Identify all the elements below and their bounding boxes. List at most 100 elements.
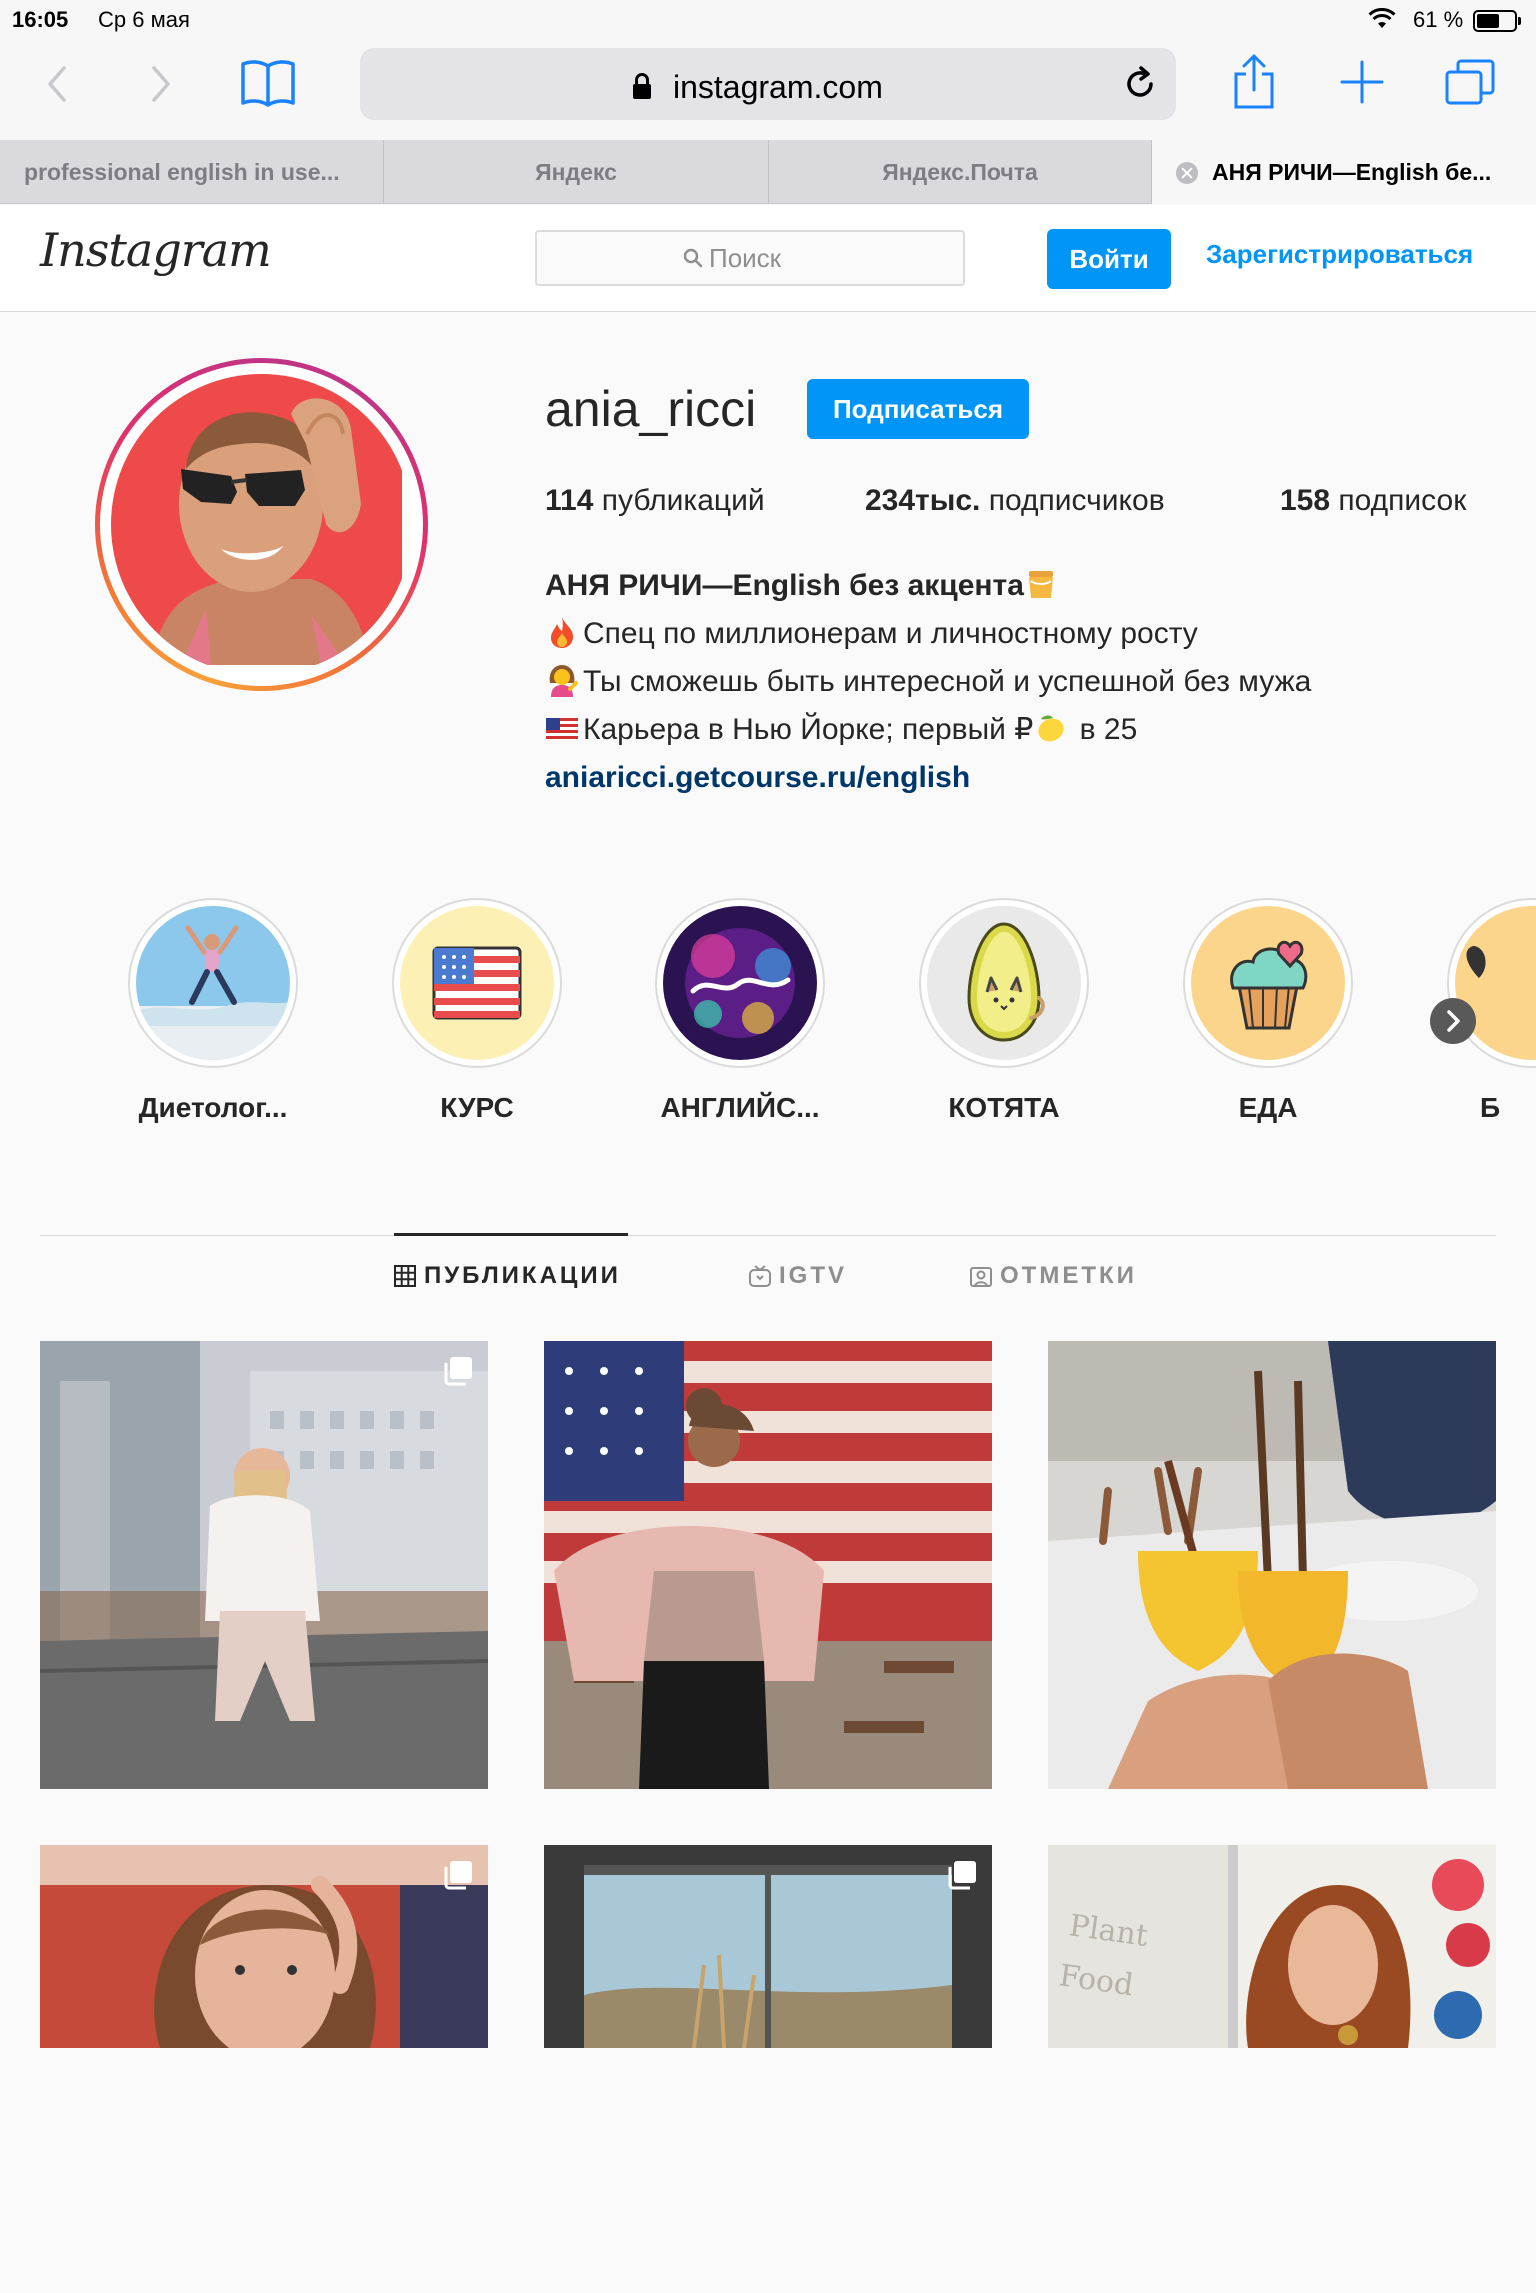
share-icon[interactable] (1232, 54, 1276, 115)
browser-tab-active[interactable]: АНЯ РИЧИ—English бе... (1152, 140, 1536, 204)
tabs-overview-icon[interactable] (1444, 58, 1496, 111)
instagram-logo[interactable]: Instagram (40, 223, 272, 277)
post-thumbnail[interactable] (40, 1845, 488, 2293)
bio-line: Спец по миллионерам и личностному росту (545, 610, 1311, 658)
multiple-images-icon (442, 1859, 474, 1896)
stat-following[interactable]: 158 подписок (1280, 484, 1466, 518)
profile-tabs-divider (40, 1235, 1496, 1236)
tagged-user-icon (970, 1267, 992, 1287)
highlight-label: КОТЯТА (948, 1092, 1060, 1123)
status-bar: 16:05 Ср 6 мая 61 % (0, 0, 1536, 40)
following-count: 158 (1280, 484, 1331, 517)
active-tab-indicator (394, 1233, 628, 1236)
browser-tab-title: professional english in use... (24, 159, 340, 185)
tab-close-icon[interactable] (1176, 162, 1198, 184)
avatar (111, 374, 412, 675)
highlight-item[interactable]: Диетолог... (128, 898, 298, 1124)
highlight-item[interactable]: КОТЯТА (919, 898, 1089, 1124)
tab-label: IGTV (779, 1262, 848, 1289)
highlight-label: ЕДА (1238, 1092, 1298, 1123)
follow-button[interactable]: Подписаться (807, 379, 1029, 439)
post-thumbnail[interactable] (544, 1341, 992, 1789)
bio-line: Ты сможешь быть интересной и успешной бе… (545, 658, 1311, 706)
highlight-label: КУРС (440, 1092, 514, 1123)
highlight-item[interactable]: АНГЛИЙС... (655, 898, 825, 1124)
browser-toolbar: instagram.com (0, 40, 1536, 140)
us-flag-icon (545, 711, 579, 745)
bio-line-3a: Карьера в Нью Йорке; первый ₽ (583, 713, 1034, 746)
stat-posts: 114 публикаций (545, 484, 765, 518)
back-icon[interactable] (44, 64, 68, 109)
search-input[interactable] (709, 242, 909, 274)
igtv-icon (749, 1265, 771, 1287)
status-date: Ср 6 мая (98, 7, 190, 32)
highlight-item[interactable]: КУРС (392, 898, 562, 1124)
status-time: 16:05 (12, 7, 69, 32)
browser-tab[interactable]: Яндекс (384, 140, 769, 204)
login-button[interactable]: Войти (1047, 229, 1171, 289)
highlight-label: Диетолог... (138, 1092, 288, 1123)
posts-count: 114 (545, 484, 594, 517)
battery-percent: 61 % (1413, 7, 1464, 32)
highlight-cover (136, 906, 290, 1060)
bio-line-1: Спец по миллионерам и личностному росту (583, 617, 1198, 650)
tab-label: ПУБЛИКАЦИИ (424, 1262, 621, 1289)
highlight-cover (400, 906, 554, 1060)
bio-line-2: Ты сможешь быть интересной и успешной бе… (583, 665, 1312, 698)
profile-username: ania_ricci (545, 381, 757, 437)
browser-tab[interactable]: professional english in use... (0, 140, 384, 204)
url-text: instagram.com (673, 69, 883, 105)
bookmarks-icon[interactable] (240, 58, 296, 113)
tab-posts[interactable]: ПУБЛИКАЦИИ (394, 1262, 621, 1290)
stat-followers[interactable]: 234тыс. подписчиков (865, 484, 1165, 518)
multiple-images-icon (442, 1355, 474, 1392)
lock-icon (632, 72, 652, 105)
search-box[interactable] (535, 230, 965, 286)
tab-tagged[interactable]: ОТМЕТКИ (970, 1262, 1137, 1290)
chevron-right-icon (1447, 1010, 1460, 1032)
browser-tab-title: АНЯ РИЧИ—English бе... (1212, 159, 1492, 185)
woman-tipping-hand-icon (545, 663, 579, 697)
profile-story-ring[interactable] (95, 358, 428, 691)
post-thumbnail[interactable]: Plant Food (1048, 1845, 1496, 2293)
highlight-item[interactable]: ЕДА (1183, 898, 1353, 1124)
highlights-next-button[interactable] (1430, 998, 1476, 1044)
browser-tab-strip: professional english in use... Яндекс Ян… (0, 140, 1536, 204)
bio-name: АНЯ РИЧИ—English без акцента (545, 569, 1024, 602)
browser-tab-title: Яндекс (535, 159, 617, 185)
browser-tab-title: Яндекс.Почта (882, 159, 1038, 185)
bio-line-3b: в 25 (1071, 713, 1138, 746)
bio-line: Карьера в Нью Йорке; первый ₽ в 25 (545, 706, 1311, 754)
reload-icon[interactable] (1122, 66, 1158, 107)
followers-count: 234тыс. (865, 484, 981, 517)
tab-label: ОТМЕТКИ (1000, 1262, 1137, 1289)
profile-bio: АНЯ РИЧИ—English без акцента Спец по мил… (545, 562, 1311, 802)
following-label: подписок (1330, 484, 1467, 517)
wifi-icon (1368, 7, 1396, 36)
battery-icon (1473, 10, 1521, 32)
honey-pot-icon (1024, 567, 1058, 601)
highlight-cover (1191, 906, 1345, 1060)
browser-tab[interactable]: Яндекс.Почта (769, 140, 1152, 204)
multiple-images-icon (946, 1859, 978, 1896)
grid-icon (394, 1265, 416, 1287)
post-thumbnail[interactable] (1048, 1341, 1496, 1789)
search-icon (683, 248, 703, 273)
highlight-cover (927, 906, 1081, 1060)
highlight-label: АНГЛИЙС... (660, 1092, 820, 1123)
forward-icon[interactable] (150, 64, 174, 109)
profile-link[interactable]: aniaricci.getcourse.ru/english (545, 761, 970, 794)
highlight-label: Б (1480, 1092, 1501, 1123)
posts-label: публикаций (593, 484, 765, 517)
lemon-icon (1033, 711, 1067, 745)
followers-label: подписчиков (980, 484, 1165, 517)
post-thumbnail[interactable] (544, 1845, 992, 2293)
post-thumbnail[interactable] (40, 1341, 488, 1789)
battery-level (1477, 14, 1499, 28)
instagram-header: Instagram Войти Зарегистрироваться (0, 205, 1536, 312)
tab-igtv[interactable]: IGTV (749, 1262, 847, 1290)
address-bar[interactable]: instagram.com (360, 48, 1176, 120)
new-tab-icon[interactable] (1338, 58, 1386, 111)
fire-icon (545, 615, 579, 649)
signup-link[interactable]: Зарегистрироваться (1206, 239, 1473, 270)
